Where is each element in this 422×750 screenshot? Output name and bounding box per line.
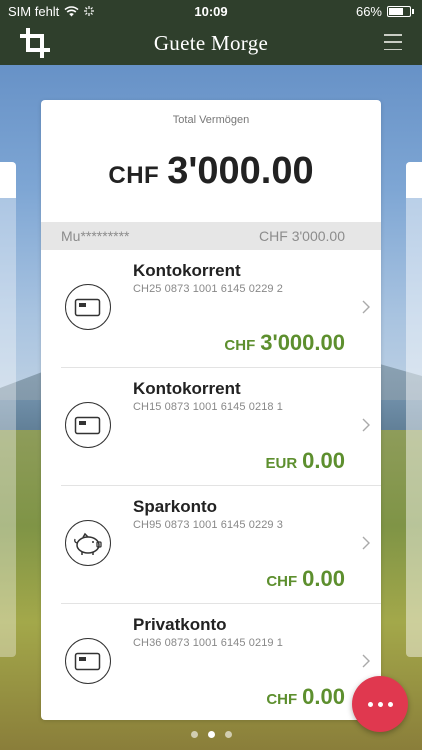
more-dot xyxy=(377,701,383,707)
battery-percentage: 66% xyxy=(355,3,382,19)
account-balance: CHF 0.00 xyxy=(266,566,345,592)
account-amount: 0.00 xyxy=(302,448,345,473)
card-icon xyxy=(65,402,111,448)
account-amount: 0.00 xyxy=(302,566,345,591)
page-indicator xyxy=(0,731,422,738)
page-dot[interactable] xyxy=(190,731,198,738)
page-dot-active[interactable] xyxy=(207,731,215,738)
activity-spinner-icon xyxy=(84,6,95,16)
more-actions-button[interactable] xyxy=(352,676,408,732)
account-row[interactable]: Kontokorrent CH15 0873 1001 6145 0218 1 … xyxy=(61,368,381,486)
piggy-bank-icon xyxy=(65,520,111,566)
page-dot[interactable] xyxy=(224,731,232,738)
account-iban: CH95 0873 1001 6145 0229 3 xyxy=(133,519,284,531)
status-left: SIM fehlt xyxy=(8,3,95,19)
chevron-right-icon xyxy=(362,300,370,314)
account-amount: 3'000.00 xyxy=(260,330,345,355)
account-row[interactable]: Sparkonto CH95 0873 1001 6145 0229 3 CHF… xyxy=(61,486,381,604)
crop-button[interactable] xyxy=(20,28,50,58)
total-assets-amount: CHF 3'000.00 xyxy=(41,150,381,193)
account-currency: CHF xyxy=(266,691,298,708)
owner-name: Mu********* xyxy=(61,228,130,244)
owner-total: CHF 3'000.00 xyxy=(259,228,345,244)
more-dot xyxy=(387,701,393,707)
owner-bar: Mu********* CHF 3'000.00 xyxy=(41,222,381,250)
account-iban: CH25 0873 1001 6145 0229 2 xyxy=(133,283,284,295)
account-balance: CHF 0.00 xyxy=(266,684,345,710)
assets-card: Total Vermögen CHF 3'000.00 Mu********* C… xyxy=(41,100,381,720)
account-amount: 0.00 xyxy=(302,684,345,709)
crop-icon xyxy=(20,28,50,58)
more-dot xyxy=(367,701,373,707)
battery-icon xyxy=(387,5,411,17)
account-name: Privatkonto xyxy=(133,615,227,634)
account-balance: EUR 0.00 xyxy=(266,448,346,474)
hamburger-menu-icon[interactable] xyxy=(384,34,402,50)
battery-tip xyxy=(412,8,414,14)
nav-bar: Guete Morge xyxy=(0,22,422,65)
account-name: Sparkonto xyxy=(133,497,218,516)
account-row[interactable]: Kontokorrent CH25 0873 1001 6145 0229 2 … xyxy=(61,250,381,368)
wifi-icon xyxy=(64,5,79,16)
card-icon xyxy=(65,638,111,684)
chevron-right-icon xyxy=(362,536,370,550)
status-right: 66% xyxy=(356,4,414,19)
account-balance: CHF 3'000.00 xyxy=(224,330,345,356)
chevron-right-icon xyxy=(362,418,370,432)
account-currency: EUR xyxy=(265,455,298,472)
total-currency: CHF xyxy=(108,162,160,189)
previous-card-peek[interactable] xyxy=(0,162,16,657)
account-iban: CH36 0873 1001 6145 0219 1 xyxy=(133,637,284,649)
next-card-peek[interactable] xyxy=(406,162,422,657)
carrier-label: SIM fehlt xyxy=(8,3,60,19)
chevron-right-icon xyxy=(362,654,370,668)
account-currency: CHF xyxy=(266,573,298,590)
account-name: Kontokorrent xyxy=(133,379,241,398)
account-row[interactable]: Privatkonto CH36 0873 1001 6145 0219 1 C… xyxy=(61,604,381,720)
account-currency: CHF xyxy=(224,337,256,354)
status-bar: SIM fehlt 10:09 66% xyxy=(0,0,422,22)
account-name: Kontokorrent xyxy=(133,261,241,280)
total-assets-label: Total Vermögen xyxy=(172,114,250,126)
page-title: Guete Morge xyxy=(153,31,269,55)
total-value: 3'000.00 xyxy=(167,150,314,192)
card-icon xyxy=(65,284,111,330)
account-iban: CH15 0873 1001 6145 0218 1 xyxy=(133,401,284,413)
